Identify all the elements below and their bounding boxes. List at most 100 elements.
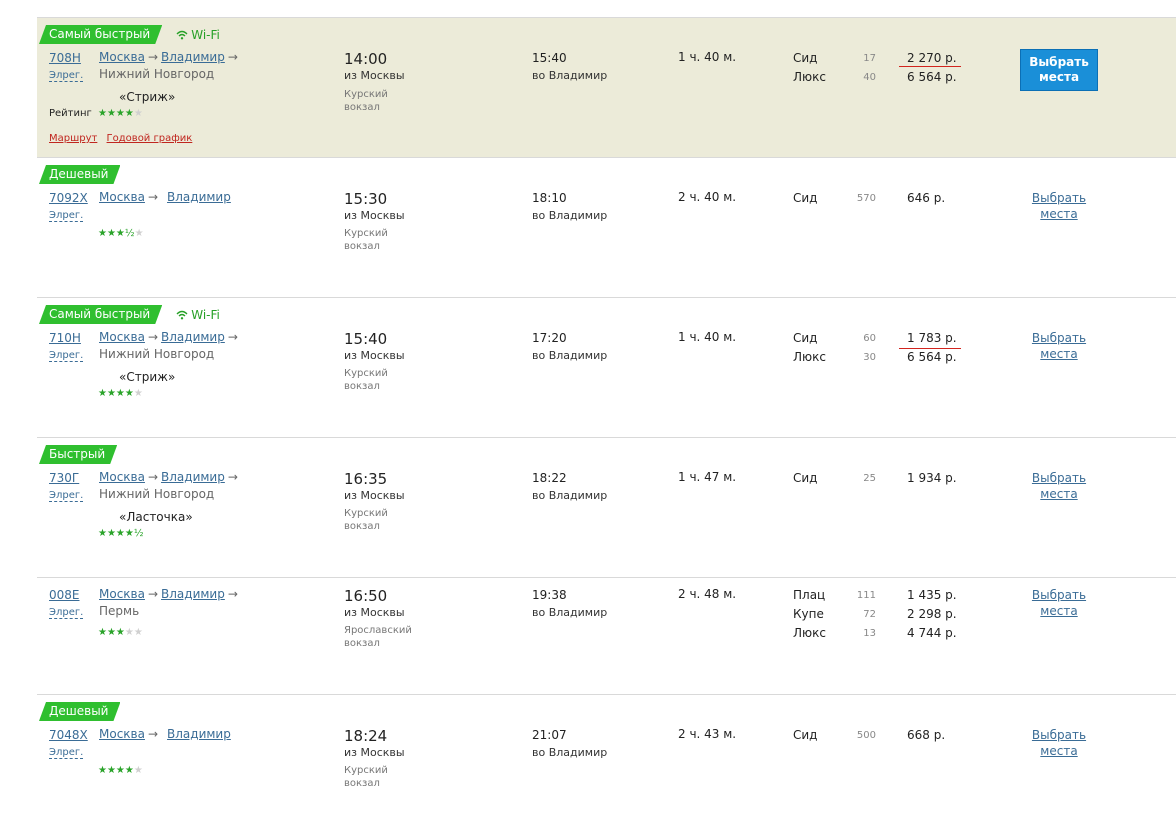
select-link-line1[interactable]: Выбрать bbox=[1032, 471, 1086, 485]
select-link-line2[interactable]: места bbox=[1040, 347, 1077, 361]
train-row: 008Е Элрег. Москва → Владимир → Пермь ★★★★★… bbox=[37, 577, 1176, 695]
route: Москва → Владимир → bbox=[99, 587, 241, 601]
rating-stars: ★★★★★ bbox=[98, 627, 143, 638]
train-type[interactable]: Элрег. bbox=[49, 210, 84, 222]
departure-station: Курский вокзал bbox=[344, 89, 388, 113]
rating-stars: ★★★★½ bbox=[98, 528, 144, 539]
train-number[interactable]: 7048Х bbox=[49, 728, 88, 742]
departure-time: 14:00 bbox=[344, 50, 388, 68]
duration: 2 ч. 40 м. bbox=[678, 190, 737, 204]
route-from-link[interactable]: Москва bbox=[99, 470, 145, 484]
select-link-line1[interactable]: Выбрать bbox=[1032, 191, 1086, 205]
train-number[interactable]: 7092Х bbox=[49, 191, 88, 205]
train-type[interactable]: Элрег. bbox=[49, 350, 84, 362]
route-from-link[interactable]: Москва bbox=[99, 330, 145, 344]
arrow-icon: → bbox=[227, 50, 238, 64]
route-to-link[interactable]: Владимир bbox=[167, 190, 231, 204]
arrow-icon: → bbox=[227, 470, 238, 484]
seats-count: 72 bbox=[863, 609, 876, 620]
route-from-link[interactable]: Москва bbox=[99, 587, 145, 601]
route-to-link[interactable]: Владимир bbox=[167, 727, 231, 741]
price[interactable]: 1 435 р. bbox=[907, 588, 957, 602]
route-link[interactable]: Маршрут bbox=[49, 133, 97, 144]
price[interactable]: 4 744 р. bbox=[907, 626, 957, 640]
select-link-line2[interactable]: места bbox=[1040, 604, 1077, 618]
schedule-link[interactable]: Годовой график bbox=[107, 133, 193, 144]
select-seats-link[interactable]: Выбрать места bbox=[1017, 190, 1101, 222]
departure-station: Курский вокзал bbox=[344, 765, 388, 789]
select-link-line1[interactable]: Выбрать bbox=[1032, 728, 1086, 742]
arrow-icon: → bbox=[147, 587, 159, 601]
duration: 2 ч. 43 м. bbox=[678, 727, 737, 741]
route-from-link[interactable]: Москва bbox=[99, 190, 145, 204]
cheapest-badge: Дешевый bbox=[39, 165, 120, 184]
price[interactable]: 1 934 р. bbox=[907, 471, 957, 485]
select-seats-button[interactable]: Выбрать места bbox=[1020, 49, 1098, 91]
class-name: Сид bbox=[793, 728, 818, 742]
price[interactable]: 2 270 р. bbox=[907, 51, 957, 65]
fastest-badge: Самый быстрый bbox=[39, 305, 162, 324]
train-name: «Стриж» bbox=[119, 370, 176, 384]
price[interactable]: 6 564 р. bbox=[907, 350, 957, 364]
seats-count: 25 bbox=[863, 473, 876, 484]
departure-time: 18:24 bbox=[344, 727, 388, 745]
departure-time: 16:50 bbox=[344, 587, 388, 605]
route-to-link[interactable]: Владимир bbox=[161, 587, 225, 601]
train-number[interactable]: 710Н bbox=[49, 331, 81, 345]
rating-stars: ★★★★★ bbox=[98, 108, 143, 119]
train-number[interactable]: 730Г bbox=[49, 471, 79, 485]
select-seats-link[interactable]: Выбрать места bbox=[1017, 470, 1101, 502]
train-type[interactable]: Элрег. bbox=[49, 607, 84, 619]
select-link-line2[interactable]: места bbox=[1040, 487, 1077, 501]
cheapest-badge: Дешевый bbox=[39, 702, 120, 721]
train-row: Дешевый 7048Х Элрег. Москва → Владимир ★★★… bbox=[37, 694, 1176, 815]
select-link-line1[interactable]: Выбрать bbox=[1032, 331, 1086, 345]
duration: 2 ч. 48 м. bbox=[678, 587, 737, 601]
route-to-link[interactable]: Владимир bbox=[161, 330, 225, 344]
price[interactable]: 6 564 р. bbox=[907, 70, 957, 84]
departure-label: из Москвы bbox=[344, 489, 405, 502]
select-link-line1[interactable]: Выбрать bbox=[1032, 588, 1086, 602]
route-to-link[interactable]: Владимир bbox=[161, 470, 225, 484]
arrow-icon: → bbox=[227, 330, 238, 344]
route-from-link[interactable]: Москва bbox=[99, 727, 145, 741]
wifi-indicator: Wi-Fi bbox=[176, 308, 220, 322]
wifi-indicator: Wi-Fi bbox=[176, 28, 220, 42]
select-seats-link[interactable]: Выбрать места bbox=[1017, 587, 1101, 619]
train-row: Дешевый 7092Х Элрег. Москва → Владимир ★★★… bbox=[37, 157, 1176, 298]
duration: 1 ч. 40 м. bbox=[678, 50, 737, 64]
arrival-label: во Владимир bbox=[532, 489, 608, 502]
train-row: Быстрый 730Г Элрег. Москва → Владимир → Ниж… bbox=[37, 437, 1176, 578]
select-seats-link[interactable]: Выбрать места bbox=[1017, 330, 1101, 362]
train-number[interactable]: 008Е bbox=[49, 588, 80, 602]
arrival-time: 18:10 bbox=[532, 191, 567, 205]
departure-station: Ярославский вокзал bbox=[344, 625, 412, 649]
train-number[interactable]: 708Н bbox=[49, 51, 81, 65]
route-from-link[interactable]: Москва bbox=[99, 50, 145, 64]
route: Москва → Владимир → bbox=[99, 470, 241, 484]
select-link-line2[interactable]: места bbox=[1040, 744, 1077, 758]
class-name: Люкс bbox=[793, 626, 826, 640]
badges: Дешевый bbox=[39, 702, 120, 721]
badges: Самый быстрый Wi-Fi bbox=[39, 25, 220, 44]
route-destination: Нижний Новгород bbox=[99, 347, 215, 361]
train-links: Маршрут Годовой график bbox=[49, 133, 198, 144]
departure-label: из Москвы bbox=[344, 606, 405, 619]
class-name: Сид bbox=[793, 51, 818, 65]
class-name: Сид bbox=[793, 331, 818, 345]
price[interactable]: 668 р. bbox=[907, 728, 945, 742]
train-type[interactable]: Элрег. bbox=[49, 70, 84, 82]
price[interactable]: 2 298 р. bbox=[907, 607, 957, 621]
train-row: Самый быстрый Wi-Fi 710Н Элрег. Москва → В… bbox=[37, 297, 1176, 438]
arrival-label: во Владимир bbox=[532, 606, 608, 619]
train-type[interactable]: Элрег. bbox=[49, 747, 84, 759]
route: Москва → Владимир bbox=[99, 727, 231, 741]
route-destination: Нижний Новгород bbox=[99, 67, 215, 81]
select-seats-link[interactable]: Выбрать места bbox=[1017, 727, 1101, 759]
route-to-link[interactable]: Владимир bbox=[161, 50, 225, 64]
wifi-label: Wi-Fi bbox=[191, 27, 220, 42]
price[interactable]: 646 р. bbox=[907, 191, 945, 205]
price[interactable]: 1 783 р. bbox=[907, 331, 957, 345]
select-link-line2[interactable]: места bbox=[1040, 207, 1077, 221]
train-type[interactable]: Элрег. bbox=[49, 490, 84, 502]
